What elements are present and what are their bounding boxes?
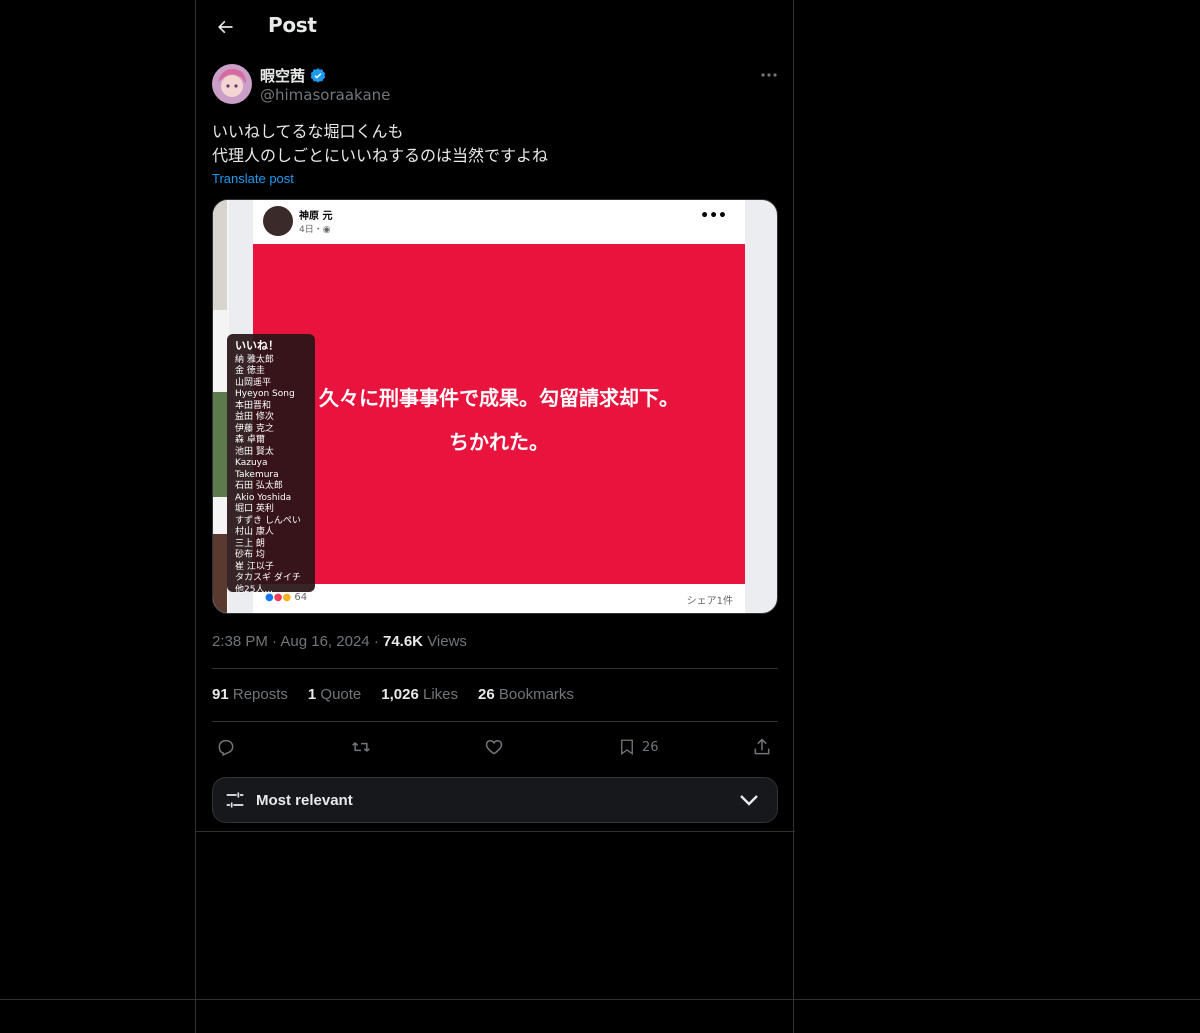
post-text: いいねしてるな堀口くんも 代理人のしごとにいいねするのは当然ですよね [212,120,548,168]
likes-tooltip: いいね！ 納 雅太郎 金 徳圭 山岡遥平 Hyeyon Song 本田晋和 益田… [227,334,315,595]
post-image[interactable]: 神原 元 4日・◉ ••• 久々に刑事事件で成果。勾留請求却下。 ちかれた。 ●… [212,199,778,614]
likes-title: いいね！ [235,339,279,352]
bookmark-icon [621,739,633,756]
author-display-name[interactable]: 暇空茜 [260,65,327,86]
repost-button[interactable] [350,733,372,761]
divider [212,668,778,669]
translate-post-link[interactable]: Translate post [212,171,294,186]
sort-replies-dropdown[interactable]: Most relevant [212,777,778,823]
reposts-stat[interactable]: 91 Reposts [212,686,288,703]
fb-share-count: シェア1件 [686,596,733,607]
likes-stat[interactable]: 1,026 Likes [381,686,458,703]
heart-icon [485,739,503,755]
filter-sliders-icon [226,792,244,808]
liker-name: 池田 賢太 [235,446,274,457]
avatar[interactable] [212,64,252,104]
liker-name: 堀口 英利 [235,504,274,514]
repost-icon [352,742,370,752]
liker-name: Hyeyon Song [235,389,295,399]
sort-label: Most relevant [256,792,353,809]
fb-avatar [263,206,293,236]
liker-name: 益田 修次 [235,412,274,422]
post-line: 代理人のしごとにいいねするのは当然ですよね [212,146,549,165]
more-options-button[interactable] [758,64,780,86]
post-time[interactable]: 2:38 PM [212,633,268,650]
fb-author-name: 神原 元 [299,211,333,222]
more-dots-icon [761,73,777,77]
header: Post [196,0,795,54]
like-button[interactable] [484,733,504,761]
fb-post-time: 4日・◉ [299,225,331,235]
arrow-left-icon [218,20,233,34]
liker-name: 三上 朗 [235,538,265,549]
reply-icon [218,739,234,757]
divider [196,831,795,832]
facebook-post-screenshot: 神原 元 4日・◉ ••• 久々に刑事事件で成果。勾留請求却下。 ちかれた。 ●… [253,200,745,613]
bookmark-button[interactable]: 26 [618,733,659,761]
bookmark-count: 26 [642,739,659,755]
action-bar: 26 [212,733,778,761]
liker-name: 納 雅太郎 [235,354,274,365]
views-label: Views [427,633,467,650]
engagement-stats: 91 Reposts 1 Quote 1,026 Likes 26 Bookma… [212,686,574,703]
liker-name: 伊藤 克之 [235,423,274,434]
liker-name: 本田晋和 [235,400,272,411]
avatar-image [212,64,252,104]
globe-icon: ◉ [322,225,331,235]
post-date[interactable]: Aug 16, 2024 [280,633,369,650]
liker-name: 金 徳圭 [235,366,265,376]
liker-name: 森 卓爾 [235,435,265,445]
liker-name: 崔 江以子 [235,561,274,572]
liker-name: Akio Yoshida [235,492,292,503]
page-divider [0,999,1200,1000]
chevron-down-icon [740,795,758,806]
views-count: 74.6K [382,633,424,650]
fb-more-icon: ••• [700,208,727,224]
liker-name: 他25人... [235,584,274,595]
fb-red-line: 久々に刑事事件で成果。勾留請求却下。 [319,386,679,410]
quotes-stat[interactable]: 1 Quote [308,686,361,703]
post-meta: 2:38 PM · Aug 16, 2024 · 74.6K Views [212,633,467,650]
verified-badge-icon [310,67,326,83]
bookmarks-stat[interactable]: 26 Bookmarks [478,686,574,703]
author-handle[interactable]: @himasoraakane [260,86,390,104]
post-line: いいねしてるな堀口くんも [212,122,404,141]
liker-name: すずき しんぺい [235,515,301,526]
divider [212,721,778,722]
fb-red-line: ちかれた。 [449,430,549,454]
liker-name: 石田 弘太郎 [235,481,283,491]
page-title: Post [268,13,317,37]
share-icon [754,738,770,755]
author-name-text: 暇空茜 [260,67,306,85]
meta-separator: · [373,633,379,650]
reply-button[interactable] [216,733,236,761]
share-button[interactable] [752,733,772,761]
fb-red-card: 久々に刑事事件で成果。勾留請求却下。 ちかれた。 [253,244,745,584]
meta-separator: · [272,633,278,650]
liker-name: 村山 康人 [235,527,274,537]
liker-name: 山岡遥平 [235,377,272,388]
back-button[interactable] [210,13,240,41]
primary-column: Post 暇空茜 @himasoraakane いいねしてるな堀口くんも 代理人… [195,0,795,1033]
liker-name: Kazuya Takemura [235,458,279,480]
liker-name: タカスギ ダイチ [235,573,301,583]
liker-name: 砂布 均 [235,550,265,560]
